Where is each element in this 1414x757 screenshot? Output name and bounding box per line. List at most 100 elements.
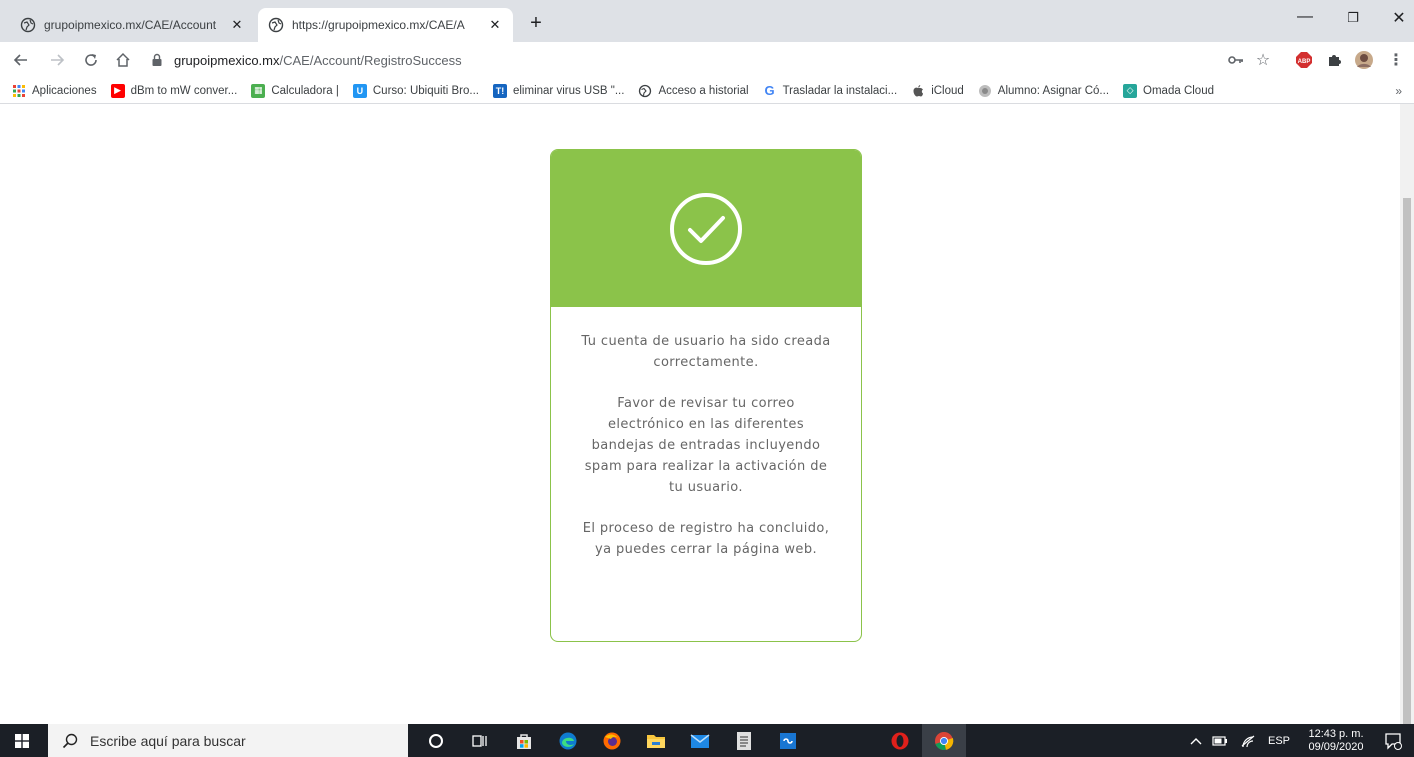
- home-button[interactable]: [112, 49, 134, 71]
- remote-app[interactable]: [766, 724, 810, 757]
- tab-close-icon[interactable]: ✕: [229, 17, 245, 33]
- bookmark-label: Omada Cloud: [1143, 84, 1214, 97]
- url-text: grupoipmexico.mx/CAE/Account/RegistroSuc…: [174, 53, 462, 68]
- card-header: [551, 150, 861, 307]
- edge-app[interactable]: [546, 724, 590, 757]
- firefox-app[interactable]: [590, 724, 634, 757]
- forward-button[interactable]: [46, 49, 68, 71]
- address-bar[interactable]: grupoipmexico.mx/CAE/Account/RegistroSuc…: [146, 46, 1266, 74]
- show-hidden-icons-button[interactable]: [1190, 724, 1202, 757]
- forward-arrow-icon: [51, 54, 65, 66]
- tab-registro-account[interactable]: grupoipmexico.mx/CAE/Account ✕: [10, 8, 255, 42]
- bookmarks-bar: Aplicaciones ▶ dBm to mW conver... ▦ Cal…: [0, 78, 1414, 104]
- bookmarks-overflow-button[interactable]: »: [1395, 84, 1402, 98]
- start-button[interactable]: [0, 724, 44, 757]
- close-window-button[interactable]: ✕: [1384, 8, 1414, 28]
- bookmark-label: Aplicaciones: [32, 84, 97, 97]
- adblock-plus-icon[interactable]: ABP: [1294, 50, 1314, 70]
- bookmark-label: Curso: Ubiquiti Bro...: [372, 84, 479, 97]
- scrollbar-thumb[interactable]: [1403, 198, 1411, 757]
- cortana-circle-icon: [429, 733, 443, 748]
- bookmark-alumno-asignar[interactable]: Alumno: Asignar Có...: [978, 84, 1109, 98]
- bookmark-omada-cloud[interactable]: ◇ Omada Cloud: [1123, 83, 1214, 98]
- task-view-button[interactable]: [458, 724, 502, 757]
- bookmark-eliminar-virus[interactable]: T! eliminar virus USB "...: [492, 83, 624, 98]
- mail-icon: [690, 733, 710, 748]
- bookmark-label: Calculadora |: [271, 84, 339, 97]
- bookmark-star-icon[interactable]: ☆: [1253, 50, 1273, 70]
- reload-icon: [85, 54, 97, 66]
- battery-icon[interactable]: [1212, 724, 1228, 757]
- process-complete-message: El proceso de registro ha concluido, ya …: [582, 521, 830, 557]
- tab-close-icon[interactable]: ✕: [487, 17, 503, 33]
- bookmark-acceso-historial[interactable]: Acceso a historial: [638, 84, 749, 98]
- opera-icon: [891, 732, 909, 749]
- maximize-button[interactable]: ❐: [1338, 10, 1368, 26]
- bookmark-calculadora[interactable]: ▦ Calculadora |: [251, 83, 339, 98]
- bookmark-label: Trasladar la instalaci...: [782, 84, 898, 97]
- language-indicator[interactable]: ESP: [1268, 724, 1290, 757]
- success-message: Tu cuenta de usuario ha sido creada corr…: [581, 334, 831, 370]
- firefox-icon: [603, 732, 621, 749]
- home-icon: [116, 52, 130, 67]
- remote-desktop-icon: [780, 732, 796, 749]
- minimize-button[interactable]: —: [1290, 8, 1320, 26]
- bookmark-dbm-to-mw[interactable]: ▶ dBm to mW conver...: [110, 83, 238, 98]
- url-path: /CAE/Account/RegistroSuccess: [279, 52, 462, 68]
- omada-icon: ◇: [1123, 83, 1138, 98]
- udemy-icon: U: [352, 83, 367, 98]
- password-key-icon[interactable]: [1226, 50, 1246, 70]
- system-clock[interactable]: 12:43 p. m. 09/09/2020: [1300, 728, 1372, 754]
- bookmark-label: iCloud: [931, 84, 964, 97]
- chrome-app[interactable]: [922, 724, 966, 757]
- bookmark-trasladar[interactable]: G Trasladar la instalaci...: [763, 83, 898, 98]
- svg-text:ABP: ABP: [1298, 59, 1311, 65]
- browser-toolbar: grupoipmexico.mx/CAE/Account/RegistroSuc…: [0, 42, 1414, 78]
- bookmark-curso-ubiquiti[interactable]: U Curso: Ubiquiti Bro...: [352, 83, 479, 98]
- notepad-app[interactable]: [722, 724, 766, 757]
- moodle-icon: [978, 84, 991, 97]
- email-instructions: Favor de revisar tu correo electrónico e…: [584, 396, 828, 495]
- bookmark-aplicaciones[interactable]: Aplicaciones: [12, 84, 97, 98]
- notification-center-icon: [1385, 732, 1402, 750]
- search-placeholder: Escribe aquí para buscar: [90, 732, 246, 749]
- bookmark-label: Acceso a historial: [658, 84, 749, 97]
- opera-app[interactable]: [878, 724, 922, 757]
- bookmark-icloud[interactable]: iCloud: [911, 84, 964, 98]
- lock-icon: [152, 53, 162, 66]
- youtube-icon: ▶: [110, 83, 125, 98]
- tab-registro-success[interactable]: https://grupoipmexico.mx/CAE/A ✕: [258, 8, 513, 42]
- back-arrow-icon: [13, 54, 27, 66]
- new-tab-button[interactable]: +: [525, 13, 547, 35]
- clock-date: 09/09/2020: [1308, 741, 1364, 753]
- chevron-up-icon: [1190, 737, 1202, 744]
- store-app[interactable]: [502, 724, 546, 757]
- globe-icon: [639, 84, 652, 97]
- wifi-icon[interactable]: [1240, 724, 1256, 757]
- google-icon: G: [764, 83, 775, 98]
- back-button[interactable]: [10, 49, 32, 71]
- mail-app[interactable]: [678, 724, 722, 757]
- bookmark-label: dBm to mW conver...: [130, 84, 238, 97]
- cortana-button[interactable]: [414, 724, 458, 757]
- task-view-icon: [472, 734, 487, 747]
- tab-title: grupoipmexico.mx/CAE/Account: [44, 18, 217, 32]
- profile-avatar[interactable]: [1354, 50, 1374, 70]
- taskbar-search-box[interactable]: Escribe aquí para buscar: [48, 724, 408, 757]
- windows-taskbar: Escribe aquí para buscar ESP 12:43 p. m.…: [0, 724, 1414, 757]
- folder-icon: [647, 734, 665, 748]
- check-circle-icon: [670, 192, 742, 265]
- browser-menu-icon[interactable]: ⋮: [1386, 50, 1406, 70]
- notifications-button[interactable]: [1384, 724, 1402, 757]
- reload-button[interactable]: [80, 49, 102, 71]
- tutorial-icon: T!: [492, 83, 507, 98]
- search-icon: [62, 733, 78, 748]
- extensions-puzzle-icon[interactable]: [1324, 50, 1344, 70]
- file-explorer-app[interactable]: [634, 724, 678, 757]
- clock-time: 12:43 p. m.: [1308, 728, 1364, 740]
- store-bag-icon: [517, 733, 531, 749]
- page-scrollbar[interactable]: [1400, 104, 1414, 757]
- document-icon: [737, 731, 751, 750]
- windows-logo-icon: [15, 733, 29, 748]
- card-body: Tu cuenta de usuario ha sido creada corr…: [551, 307, 861, 560]
